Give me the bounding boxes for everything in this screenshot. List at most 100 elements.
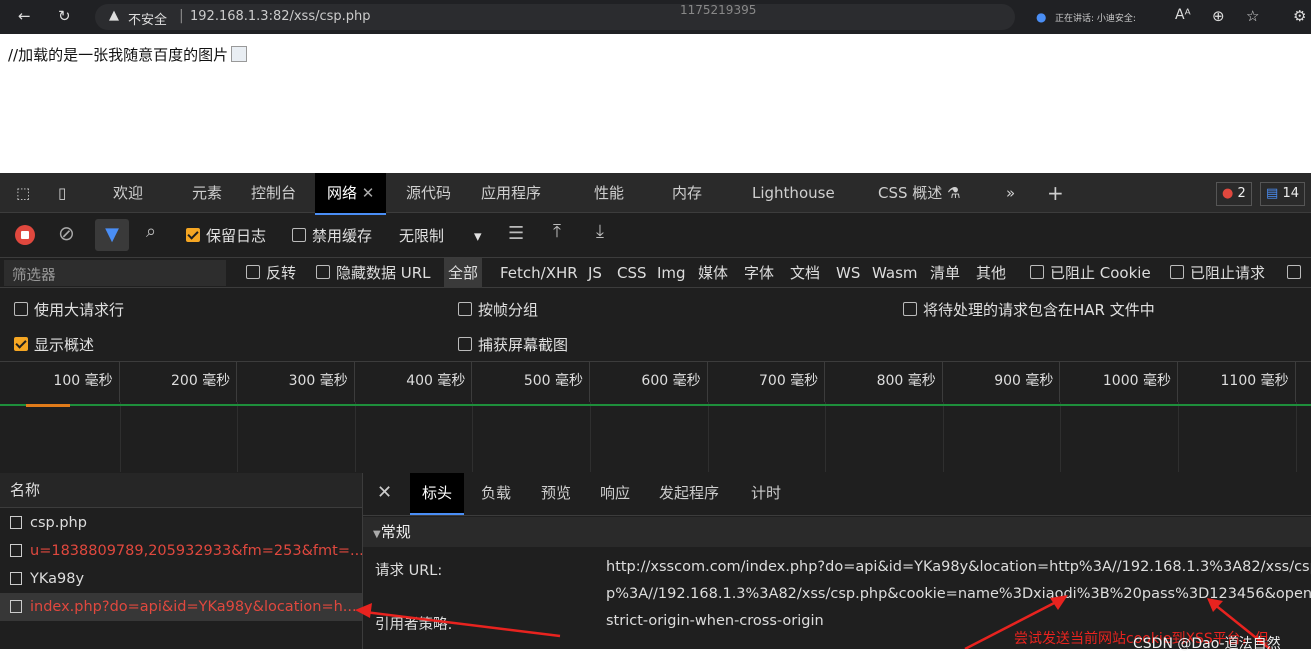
close-icon[interactable]: ✕ xyxy=(362,184,375,202)
url-text[interactable]: 192.168.1.3:82/xss/csp.php xyxy=(190,9,371,24)
tab-css-overview[interactable]: CSS 概述 ⚗ xyxy=(878,173,961,213)
filter-other[interactable]: 其他 xyxy=(976,258,1006,288)
detail-tab-timing[interactable]: 计时 xyxy=(751,473,781,513)
detail-tab-response[interactable]: 响应 xyxy=(600,473,630,513)
tab-memory[interactable]: 内存 xyxy=(672,173,702,213)
detail-tab-payload[interactable]: 负载 xyxy=(481,473,511,513)
invert-checkbox[interactable]: 反转 xyxy=(246,258,296,288)
request-row[interactable]: index.php?do=api&id=YKa98y&location=h... xyxy=(0,593,362,621)
timeline-tick: 900 毫秒 xyxy=(943,362,1061,402)
filter-xhr[interactable]: Fetch/XHR xyxy=(500,258,578,288)
device-toggle-icon[interactable]: ▯ xyxy=(58,173,66,213)
request-url-line2: p%3A//192.168.1.3%3A82/xss/csp.php&cooki… xyxy=(606,586,1311,602)
error-badge[interactable]: ● 2 xyxy=(1216,182,1252,206)
har-pending-checkbox[interactable]: 将待处理的请求包含在HAR 文件中 xyxy=(903,299,1155,320)
tab-console[interactable]: 控制台 xyxy=(251,173,296,213)
timeline-tick: 600 毫秒 xyxy=(590,362,708,402)
filter-img[interactable]: Img xyxy=(657,258,686,288)
tab-network[interactable]: 网络 ✕ xyxy=(315,173,387,215)
read-aloud-icon[interactable]: Aᴬ xyxy=(1175,7,1191,23)
filter-input[interactable]: 筛选器 xyxy=(4,260,226,286)
import-har-icon[interactable]: ⤒ xyxy=(553,221,561,242)
clear-icon[interactable]: ⊘ xyxy=(58,221,75,245)
tab-elements[interactable]: 元素 xyxy=(192,173,222,213)
preserve-log-checkbox[interactable]: 保留日志 xyxy=(186,225,266,246)
third-party-checkbox[interactable] xyxy=(1287,258,1307,288)
request-row[interactable]: u=1838809789,205932933&fm=253&fmt=... xyxy=(0,537,362,565)
capture-screenshots-checkbox[interactable]: 捕获屏幕截图 xyxy=(458,334,568,355)
file-icon xyxy=(10,516,22,529)
request-detail-panel: ✕ 标头 负载 预览 响应 发起程序 计时 ▼常规 请求 URL: http:/… xyxy=(363,473,1311,649)
requests-header[interactable]: 名称 xyxy=(0,473,362,508)
request-row[interactable]: csp.php xyxy=(0,509,362,537)
request-url-label: 请求 URL: xyxy=(375,563,443,579)
timeline-tick: 800 毫秒 xyxy=(825,362,943,402)
filter-css[interactable]: CSS xyxy=(617,258,647,288)
tab-lighthouse[interactable]: Lighthouse xyxy=(752,173,835,213)
blocked-cookie-checkbox[interactable]: 已阻止 Cookie xyxy=(1030,258,1151,288)
filter-manifest[interactable]: 清单 xyxy=(930,258,960,288)
address-bar[interactable]: ▲ 不安全 | 192.168.1.3:82/xss/csp.php xyxy=(95,4,1015,30)
general-section-header[interactable]: ▼常规 xyxy=(363,517,1311,547)
timeline-gridline xyxy=(825,402,944,472)
request-row[interactable]: YKa98y xyxy=(0,565,362,593)
filter-wasm[interactable]: Wasm xyxy=(872,258,918,288)
favorite-icon[interactable]: ☆ xyxy=(1246,7,1259,25)
timeline-overview[interactable]: 100 毫秒 200 毫秒 300 毫秒 400 毫秒 500 毫秒 600 毫秒 700 … xyxy=(0,361,1311,472)
tab-welcome[interactable]: 欢迎 xyxy=(113,173,143,213)
detail-tab-initiator[interactable]: 发起程序 xyxy=(659,473,719,513)
show-overview-checkbox[interactable]: 显示概述 xyxy=(14,334,94,355)
timeline-tick: 500 毫秒 xyxy=(472,362,590,402)
timeline-gridline xyxy=(472,402,591,472)
zoom-icon[interactable]: ⊕ xyxy=(1212,7,1225,25)
network-toolbar: ⊘ ▼ ⌕ 保留日志 禁用缓存 无限制 ▾ ☰ ⤒ ⤓ xyxy=(0,213,1311,258)
back-icon[interactable]: ← xyxy=(18,7,31,25)
timeline-gridline xyxy=(943,402,1062,472)
group-by-frame-checkbox[interactable]: 按帧分组 xyxy=(458,299,538,320)
warning-icon: ▲ xyxy=(109,8,119,23)
request-name: u=1838809789,205932933&fm=253&fmt=... xyxy=(30,543,362,559)
message-icon: ▤ xyxy=(1266,186,1279,201)
timeline-request-bar xyxy=(26,404,70,407)
export-har-icon[interactable]: ⤓ xyxy=(596,221,604,242)
record-icon[interactable] xyxy=(15,225,35,245)
filter-ws[interactable]: WS xyxy=(836,258,860,288)
devtools-panel: ⬚ ▯ 欢迎 元素 控制台 网络 ✕ 源代码 应用程序 性能 内存 Lighth… xyxy=(0,173,1311,649)
detail-tab-preview[interactable]: 预览 xyxy=(541,473,571,513)
throttle-select[interactable]: 无限制 ▾ xyxy=(399,225,482,246)
security-label: 不安全 xyxy=(128,13,168,28)
large-rows-checkbox[interactable]: 使用大请求行 xyxy=(14,299,124,320)
inspect-icon[interactable]: ⬚ xyxy=(16,173,30,213)
hide-data-url-checkbox[interactable]: 隐藏数据 URL xyxy=(316,258,431,288)
more-tabs-icon[interactable]: » xyxy=(1006,173,1015,213)
extensions-icon[interactable]: ⚙ xyxy=(1293,7,1306,25)
requests-panel: 名称 csp.php u=1838809789,205932933&fm=253&… xyxy=(0,473,363,649)
reload-icon[interactable]: ↻ xyxy=(58,7,71,25)
timeline-gridline xyxy=(355,402,474,472)
filter-font[interactable]: 字体 xyxy=(744,258,774,288)
disable-cache-checkbox[interactable]: 禁用缓存 xyxy=(292,225,372,246)
close-detail-icon[interactable]: ✕ xyxy=(377,473,392,513)
network-conditions-icon[interactable]: ☰ xyxy=(508,223,524,244)
blocked-requests-checkbox[interactable]: 已阻止请求 xyxy=(1170,258,1265,288)
message-badge[interactable]: ▤ 14 xyxy=(1260,182,1305,206)
timeline-tick: 200 毫秒 xyxy=(120,362,238,402)
file-icon xyxy=(10,572,22,585)
filter-js[interactable]: JS xyxy=(588,258,602,288)
add-tab-icon[interactable]: + xyxy=(1047,173,1064,213)
page-text: //加载的是一张我随意百度的图片 xyxy=(8,46,229,64)
filter-icon[interactable]: ▼ xyxy=(95,219,129,251)
filter-all[interactable]: 全部 xyxy=(444,258,483,288)
file-icon xyxy=(10,600,22,613)
network-settings: 使用大请求行 按帧分组 将待处理的请求包含在HAR 文件中 显示概述 捕获屏幕截… xyxy=(0,288,1311,358)
tab-application[interactable]: 应用程序 xyxy=(481,173,541,213)
search-icon[interactable]: ⌕ xyxy=(146,221,156,242)
filter-doc[interactable]: 文档 xyxy=(790,258,820,288)
detail-tab-headers[interactable]: 标头 xyxy=(410,473,465,515)
broken-image-icon xyxy=(231,46,248,62)
tab-sources[interactable]: 源代码 xyxy=(406,173,451,213)
filter-media[interactable]: 媒体 xyxy=(698,258,728,288)
file-icon xyxy=(10,544,22,557)
page-content: //加载的是一张我随意百度的图片 xyxy=(8,44,248,65)
tab-performance[interactable]: 性能 xyxy=(594,173,624,213)
